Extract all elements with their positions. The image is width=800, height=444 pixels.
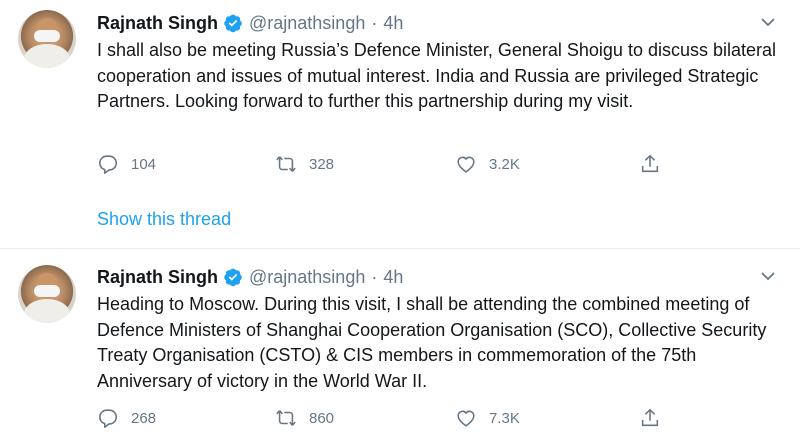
verified-badge-icon — [223, 267, 243, 287]
separator-dot: · — [371, 266, 378, 287]
author-name[interactable]: Rajnath Singh — [97, 267, 218, 288]
retweet-icon — [276, 410, 296, 426]
retweet-button[interactable]: 860 — [275, 406, 334, 430]
tweet-text: Heading to Moscow. During this visit, I … — [97, 294, 767, 391]
avatar-mask — [34, 285, 60, 297]
share-button[interactable] — [639, 406, 661, 430]
retweet-count: 860 — [309, 409, 335, 427]
reply-button[interactable]: 268 — [97, 406, 156, 430]
like-button[interactable]: 7.3K — [455, 406, 520, 430]
avatar-shoulders — [24, 299, 70, 323]
reply-count: 268 — [131, 409, 157, 427]
timestamp[interactable]: 4h — [383, 267, 403, 288]
like-count: 7.3K — [489, 409, 520, 427]
share-icon — [641, 408, 659, 427]
avatar[interactable] — [18, 265, 76, 323]
tweet-2[interactable]: Rajnath Singh @rajnathsingh · 4h Heading… — [0, 0, 800, 444]
tweet-header: Rajnath Singh @rajnathsingh · 4h — [97, 266, 403, 288]
reply-icon — [99, 409, 118, 428]
heart-icon — [457, 410, 475, 427]
author-handle[interactable]: @rajnathsingh — [249, 267, 365, 288]
chevron-down-icon[interactable] — [760, 268, 776, 284]
